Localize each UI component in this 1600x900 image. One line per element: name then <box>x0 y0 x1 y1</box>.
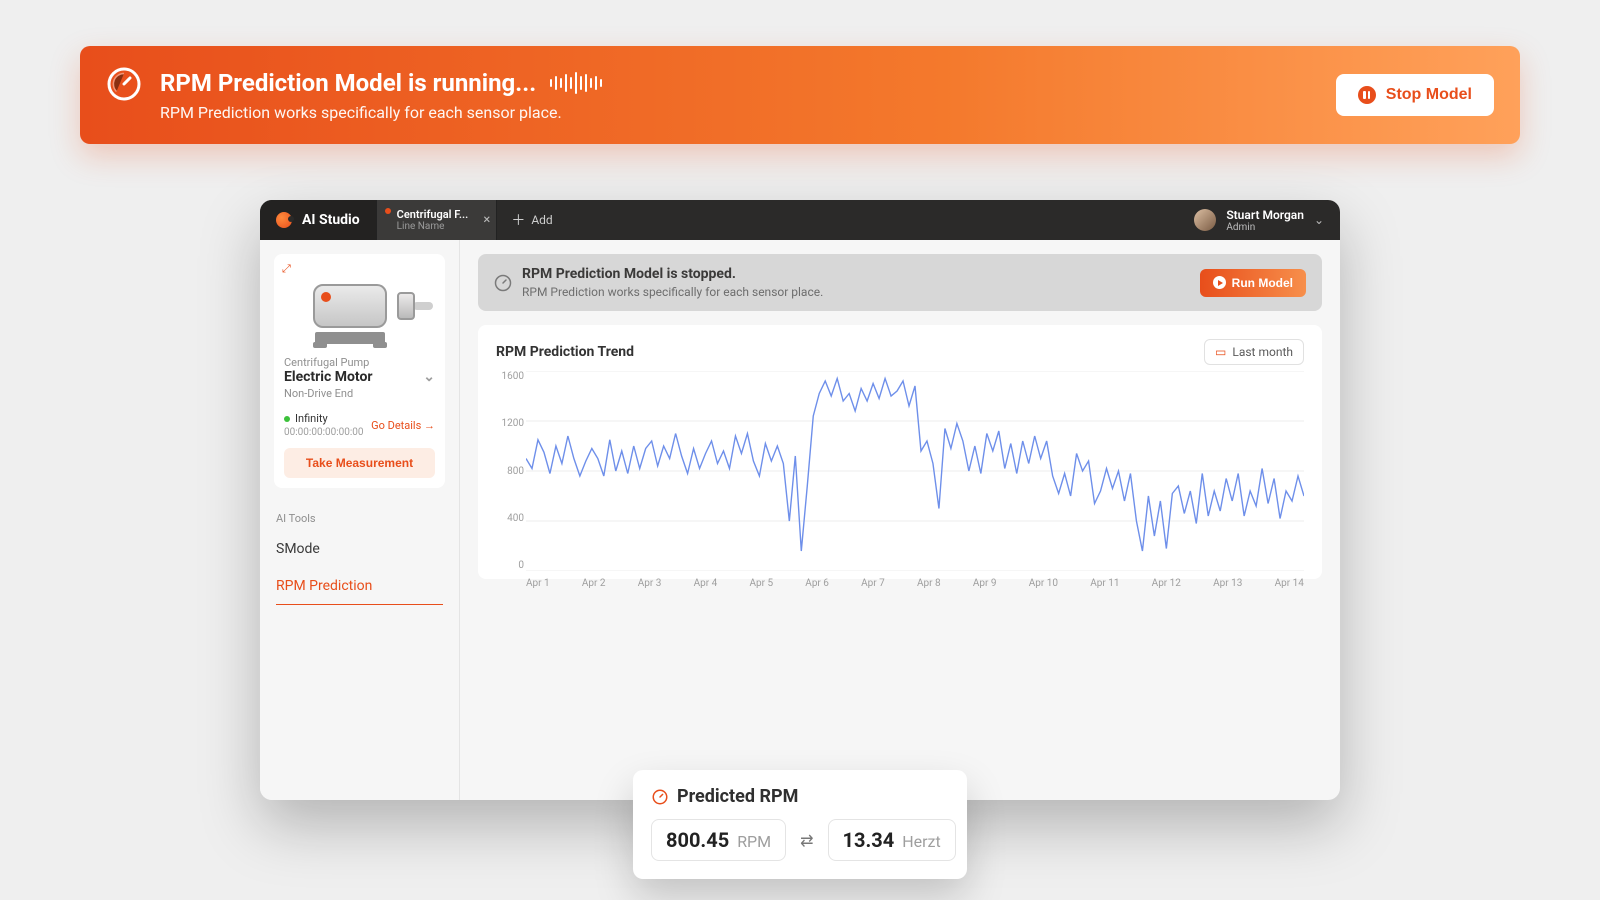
add-tab-label: Add <box>531 213 552 227</box>
asset-selected-label: Electric Motor <box>284 369 373 385</box>
tab-sub: Line Name <box>397 221 469 232</box>
status-label: Infinity <box>284 412 364 425</box>
hz-value: 13.34 <box>843 828 895 852</box>
banner-subtitle: RPM Prediction works specifically for ea… <box>160 103 602 122</box>
main-panel: RPM Prediction Model is stopped. RPM Pre… <box>460 240 1340 800</box>
chart-title: RPM Prediction Trend <box>496 344 634 360</box>
gauge-sparkle-icon <box>651 788 669 806</box>
tool-rpm-prediction[interactable]: RPM Prediction <box>276 568 443 605</box>
avatar <box>1194 209 1216 231</box>
model-stopped-notice: RPM Prediction Model is stopped. RPM Pre… <box>478 254 1322 311</box>
gauge-icon <box>494 274 512 292</box>
sidebar: ⤢ Centrifugal Pump Electric Motor ⌄ Non-… <box>260 240 460 800</box>
status-dot-icon <box>385 208 391 214</box>
audio-wave-icon <box>550 71 602 95</box>
app-window: AI Studio Centrifugal F... Line Name × ＋… <box>260 200 1340 800</box>
line-chart <box>526 371 1304 571</box>
play-icon <box>1213 276 1226 289</box>
status-timestamp: 00:00:00:00:00:00 <box>284 427 364 438</box>
chevron-down-icon[interactable]: ⌄ <box>1314 213 1324 227</box>
gauge-icon <box>106 66 142 102</box>
go-details-link[interactable]: Go Details → <box>371 419 435 432</box>
titlebar: AI Studio Centrifugal F... Line Name × ＋… <box>260 200 1340 240</box>
hz-value-box: 13.34 Herzt <box>828 819 956 861</box>
stop-model-label: Stop Model <box>1386 86 1472 104</box>
run-model-label: Run Model <box>1232 276 1293 290</box>
predicted-header: Predicted RPM <box>677 786 798 807</box>
tab-centrifugal[interactable]: Centrifugal F... Line Name × <box>376 200 498 240</box>
rpm-value-box: 800.45 RPM <box>651 819 786 861</box>
tab-name: Centrifugal F... <box>397 208 469 221</box>
asset-selector[interactable]: Electric Motor ⌄ <box>284 369 435 385</box>
banner-title: RPM Prediction Model is running... <box>160 69 536 97</box>
add-tab-button[interactable]: ＋ Add <box>497 200 566 240</box>
asset-status: Infinity 00:00:00:00:00:00 <box>284 412 364 438</box>
x-axis-labels: Apr 1Apr 2Apr 3Apr 4Apr 5Apr 6Apr 7Apr 8… <box>526 578 1304 589</box>
swap-icon[interactable]: ⇄ <box>800 831 813 850</box>
banner-text: RPM Prediction Model is running... RPM P… <box>160 69 602 122</box>
chart-area: 160012008004000 Apr 1Apr 2Apr 3Apr 4Apr … <box>526 371 1304 571</box>
chart-card: RPM Prediction Trend ▭ Last month 160012… <box>478 325 1322 579</box>
app-name: AI Studio <box>302 212 360 228</box>
predicted-rpm-card: Predicted RPM 800.45 RPM ⇄ 13.34 Herzt <box>633 770 967 879</box>
plus-icon: ＋ <box>511 210 525 230</box>
asset-group-label: Centrifugal Pump <box>284 356 435 369</box>
pause-icon <box>1358 86 1376 104</box>
run-model-button[interactable]: Run Model <box>1200 269 1306 297</box>
date-range-chip[interactable]: ▭ Last month <box>1204 339 1304 365</box>
asset-card: ⤢ Centrifugal Pump Electric Motor ⌄ Non-… <box>274 254 445 488</box>
chip-label: Last month <box>1232 345 1293 359</box>
user-name: Stuart Morgan <box>1226 208 1304 222</box>
stop-model-button[interactable]: Stop Model <box>1336 74 1494 116</box>
take-measurement-button[interactable]: Take Measurement <box>284 448 435 478</box>
user-role: Admin <box>1226 222 1304 233</box>
app-logo-icon <box>276 212 292 228</box>
ai-tools-header: AI Tools <box>276 512 443 525</box>
notice-title: RPM Prediction Model is stopped. <box>522 266 823 282</box>
rpm-unit: RPM <box>737 832 771 851</box>
chevron-down-icon: ⌄ <box>423 369 435 385</box>
calendar-icon: ▭ <box>1215 345 1226 359</box>
close-icon[interactable]: × <box>483 213 490 228</box>
hz-unit: Herzt <box>902 832 941 851</box>
notice-subtitle: RPM Prediction works specifically for ea… <box>522 285 823 299</box>
y-axis-labels: 160012008004000 <box>496 371 524 571</box>
user-menu[interactable]: Stuart Morgan Admin ⌄ <box>1178 200 1340 240</box>
app-logo-area[interactable]: AI Studio <box>260 200 376 240</box>
motor-illustration <box>285 270 435 350</box>
asset-end-label: Non-Drive End <box>284 387 435 400</box>
rpm-value: 800.45 <box>666 828 729 852</box>
running-banner: RPM Prediction Model is running... RPM P… <box>80 46 1520 144</box>
tool-smode[interactable]: SMode <box>276 531 443 568</box>
